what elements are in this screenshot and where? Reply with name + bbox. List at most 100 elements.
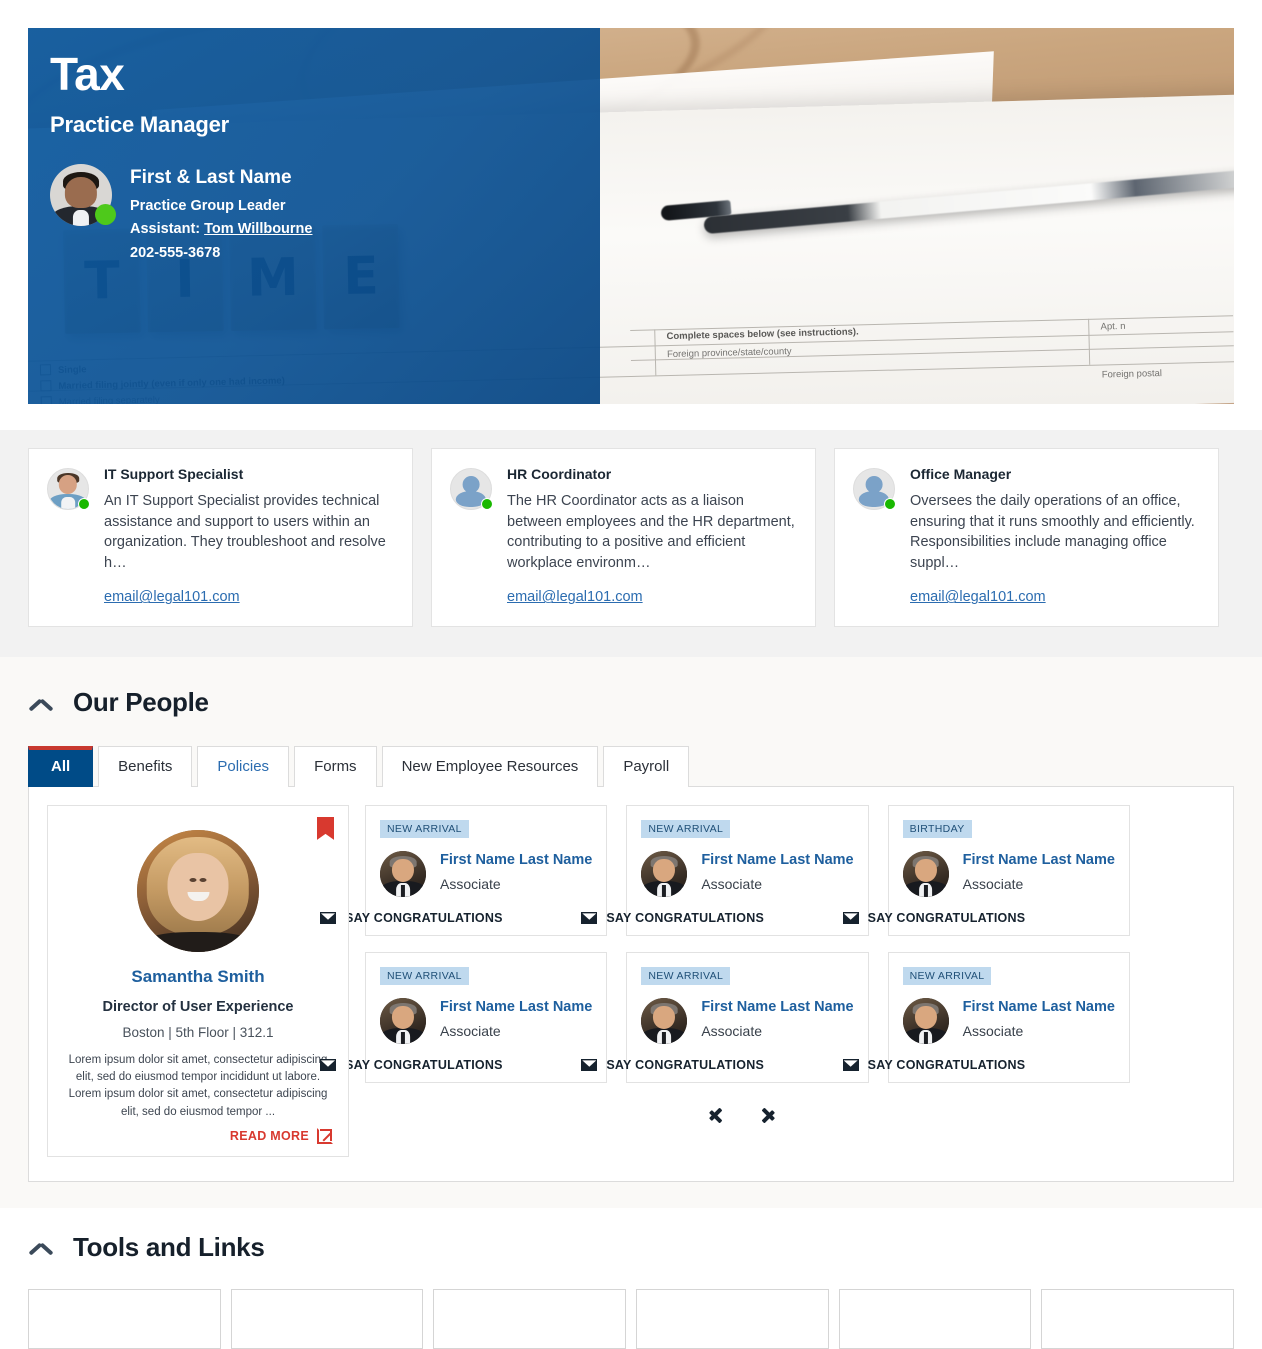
person-card[interactable]: NEW ARRIVAL First Name Last Name Associa… xyxy=(320,951,608,1083)
person-name[interactable]: First Name Last Name xyxy=(963,999,1115,1015)
page-title: Tax xyxy=(50,48,125,100)
person-name[interactable]: First Name Last Name xyxy=(701,999,853,1015)
form-label-apt: Apt. n xyxy=(1100,320,1126,333)
featured-person-name[interactable]: Samantha Smith xyxy=(64,967,332,987)
person-name[interactable]: First Name Last Name xyxy=(440,852,592,868)
mail-icon xyxy=(320,1059,336,1072)
tab-policies[interactable]: Policies xyxy=(197,746,290,787)
status-badge: NEW ARRIVAL xyxy=(641,966,731,986)
say-congratulations-label: SAY CONGRATULATIONS xyxy=(606,911,765,926)
external-link-icon[interactable] xyxy=(317,1127,333,1144)
hero-section: T I M E Single Married filing jointly (e… xyxy=(0,0,1262,404)
mail-icon xyxy=(581,1059,598,1072)
featured-person-card[interactable]: Samantha Smith Director of User Experien… xyxy=(47,804,349,1157)
tab-forms[interactable]: Forms xyxy=(294,746,377,787)
say-congratulations-label: SAY CONGRATULATIONS xyxy=(867,1058,1026,1073)
role-card[interactable]: HR Coordinator The HR Coordinator acts a… xyxy=(431,448,816,628)
section-header[interactable]: Tools and Links xyxy=(28,1232,1234,1263)
role-title: IT Support Specialist xyxy=(104,466,244,482)
person-role: Associate xyxy=(962,876,1024,893)
person-card[interactable]: NEW ARRIVAL First Name Last Name Associa… xyxy=(320,804,608,936)
avatar-photo xyxy=(380,851,426,898)
status-badge: NEW ARRIVAL xyxy=(641,819,731,839)
chevron-up-icon[interactable] xyxy=(28,1239,54,1255)
read-more-row[interactable]: READ MORE xyxy=(64,1127,333,1144)
mail-icon xyxy=(842,912,859,925)
say-congratulations-label: SAY CONGRATULATIONS xyxy=(867,911,1026,926)
tool-card[interactable] xyxy=(230,1288,424,1349)
role-description: An IT Support Specialist provides techni… xyxy=(104,493,386,571)
tools-grid xyxy=(28,1288,1235,1349)
tab-payroll[interactable]: Payroll xyxy=(603,746,690,787)
say-congratulations-button[interactable]: SAY CONGRATULATIONS xyxy=(842,1058,1115,1073)
assistant-line: Assistant: Tom Willbourne xyxy=(130,221,312,237)
status-badge: NEW ARRIVAL xyxy=(902,966,992,986)
person-role: Associate xyxy=(701,1023,763,1040)
status-online-indicator xyxy=(95,204,116,226)
status-online-indicator xyxy=(78,498,90,510)
leader-phone: 202-555-3678 xyxy=(130,245,221,262)
avatar xyxy=(47,468,90,510)
say-congratulations-button[interactable]: SAY CONGRATULATIONS xyxy=(320,911,592,925)
carousel-prev-icon[interactable] xyxy=(715,1099,737,1129)
role-card[interactable]: Office Manager Oversees the daily operat… xyxy=(834,448,1219,628)
person-card[interactable]: NEW ARRIVAL First Name Last Name Associa… xyxy=(581,804,869,936)
say-congratulations-button[interactable]: SAY CONGRATULATIONS xyxy=(842,911,1115,926)
person-role: Associate xyxy=(701,876,763,893)
status-badge: BIRTHDAY xyxy=(902,819,972,839)
read-more-link[interactable]: READ MORE xyxy=(230,1129,309,1143)
person-name[interactable]: First Name Last Name xyxy=(440,999,592,1015)
mail-icon xyxy=(320,912,336,925)
tool-card[interactable] xyxy=(1041,1288,1235,1349)
assistant-link[interactable]: Tom Willbourne xyxy=(204,221,312,237)
person-card[interactable]: NEW ARRIVAL First Name Last Name Associa… xyxy=(581,951,869,1083)
featured-avatar xyxy=(137,829,259,952)
section-title: Tools and Links xyxy=(73,1231,265,1262)
avatar-photo xyxy=(902,998,949,1045)
status-badge: NEW ARRIVAL xyxy=(380,966,469,986)
chevron-up-icon[interactable] xyxy=(28,695,54,711)
say-congratulations-button[interactable]: SAY CONGRATULATIONS xyxy=(581,1058,853,1072)
page-subtitle: Practice Manager xyxy=(50,112,229,138)
tab-benefits[interactable]: Benefits xyxy=(98,746,193,787)
avatar-photo xyxy=(902,851,949,898)
carousel-next-icon[interactable] xyxy=(757,1099,779,1129)
person-card[interactable]: BIRTHDAY First Name Last Name Associate xyxy=(842,804,1130,936)
role-title: HR Coordinator xyxy=(507,466,612,482)
tool-card[interactable] xyxy=(636,1288,829,1349)
role-email-link[interactable]: email@legal101.com xyxy=(507,589,643,605)
say-congratulations-button[interactable]: SAY CONGRATULATIONS xyxy=(581,911,853,925)
role-email-link[interactable]: email@legal101.com xyxy=(910,589,1046,605)
status-badge: NEW ARRIVAL xyxy=(380,819,469,839)
person-card[interactable]: NEW ARRIVAL First Name Last Name Associa… xyxy=(842,951,1130,1083)
tab-new-employee-resources[interactable]: New Employee Resources xyxy=(381,746,599,787)
say-congratulations-button[interactable]: SAY CONGRATULATIONS xyxy=(320,1058,592,1072)
role-card[interactable]: IT Support Specialist An IT Support Spec… xyxy=(28,448,413,628)
featured-person-location: Boston | 5th Floor | 312.1 xyxy=(122,1024,274,1040)
tab-all[interactable]: All xyxy=(28,746,94,787)
bookmark-icon[interactable] xyxy=(317,816,334,840)
role-email-link[interactable]: email@legal101.com xyxy=(104,589,240,605)
role-description: The HR Coordinator acts as a liaison bet… xyxy=(507,493,795,571)
people-grid: NEW ARRIVAL First Name Last Name Associa… xyxy=(320,804,1130,1083)
section-header[interactable]: Our People xyxy=(28,687,1234,718)
person-name[interactable]: First Name Last Name xyxy=(701,852,853,868)
status-online-indicator xyxy=(481,498,493,510)
say-congratulations-label: SAY CONGRATULATIONS xyxy=(345,1058,503,1073)
tool-card[interactable] xyxy=(28,1288,221,1349)
avatar xyxy=(50,164,116,227)
person-role: Associate xyxy=(962,1023,1024,1040)
hero-overlay-panel: Tax Practice Manager First & Last Name P… xyxy=(28,28,600,404)
assistant-label: Assistant: xyxy=(130,221,201,238)
form-label-foreign-postal: Foreign postal xyxy=(1101,368,1163,381)
form-label-foreign-province: Foreign province/state/county xyxy=(666,346,792,361)
person-name[interactable]: First Name Last Name xyxy=(963,852,1115,868)
avatar xyxy=(853,468,896,510)
tool-card[interactable] xyxy=(838,1288,1032,1349)
person-role: Associate xyxy=(440,876,501,893)
tab-bar: All Benefits Policies Forms New Employee… xyxy=(28,746,1234,787)
tool-card[interactable] xyxy=(433,1288,627,1349)
role-cards-strip: IT Support Specialist An IT Support Spec… xyxy=(0,430,1262,658)
featured-person-role: Director of User Experience xyxy=(102,998,294,1015)
avatar-photo xyxy=(641,998,688,1045)
